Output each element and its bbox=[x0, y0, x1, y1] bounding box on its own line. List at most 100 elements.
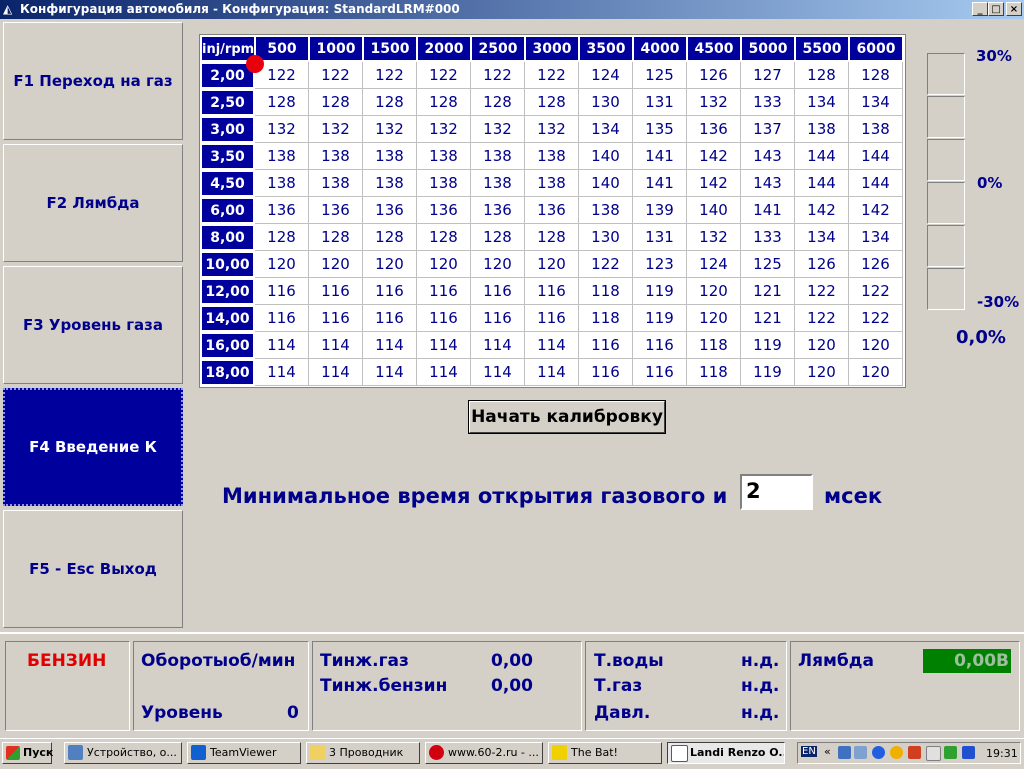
table-cell[interactable]: 128 bbox=[255, 224, 309, 251]
table-cell[interactable]: 131 bbox=[633, 224, 687, 251]
table-cell[interactable]: 144 bbox=[795, 143, 849, 170]
table-cell[interactable]: 132 bbox=[525, 116, 579, 143]
table-cell[interactable]: 142 bbox=[687, 170, 741, 197]
table-cell[interactable]: 127 bbox=[741, 62, 795, 89]
table-cell[interactable]: 116 bbox=[255, 305, 309, 332]
table-cell[interactable]: 131 bbox=[633, 89, 687, 116]
tray-app-icon[interactable] bbox=[908, 746, 921, 759]
table-cell[interactable]: 132 bbox=[255, 116, 309, 143]
table-cell[interactable]: 136 bbox=[363, 197, 417, 224]
table-cell[interactable]: 130 bbox=[579, 89, 633, 116]
table-cell[interactable]: 128 bbox=[471, 224, 525, 251]
taskbar-item-device[interactable]: Устройство, о... bbox=[64, 742, 182, 764]
table-cell[interactable]: 119 bbox=[633, 305, 687, 332]
table-cell[interactable]: 138 bbox=[849, 116, 903, 143]
table-cell[interactable]: 128 bbox=[417, 224, 471, 251]
table-cell[interactable]: 128 bbox=[255, 89, 309, 116]
table-cell[interactable]: 138 bbox=[471, 143, 525, 170]
table-cell[interactable]: 120 bbox=[525, 251, 579, 278]
table-cell[interactable]: 138 bbox=[309, 143, 363, 170]
table-cell[interactable]: 116 bbox=[309, 305, 363, 332]
table-cell[interactable]: 121 bbox=[741, 278, 795, 305]
f4-k-input-button[interactable]: F4 Введение К bbox=[3, 388, 183, 506]
table-cell[interactable]: 124 bbox=[687, 251, 741, 278]
table-cell[interactable]: 132 bbox=[309, 116, 363, 143]
table-cell[interactable]: 128 bbox=[309, 224, 363, 251]
table-cell[interactable]: 114 bbox=[417, 359, 471, 386]
minimize-button[interactable]: _ bbox=[972, 2, 988, 16]
table-cell[interactable]: 136 bbox=[255, 197, 309, 224]
table-cell[interactable]: 116 bbox=[363, 278, 417, 305]
table-cell[interactable]: 141 bbox=[741, 197, 795, 224]
table-cell[interactable]: 126 bbox=[687, 62, 741, 89]
table-cell[interactable]: 144 bbox=[849, 170, 903, 197]
table-cell[interactable]: 128 bbox=[471, 89, 525, 116]
table-cell[interactable]: 123 bbox=[633, 251, 687, 278]
table-cell[interactable]: 137 bbox=[741, 116, 795, 143]
table-cell[interactable]: 138 bbox=[579, 197, 633, 224]
table-cell[interactable]: 134 bbox=[795, 89, 849, 116]
table-cell[interactable]: 132 bbox=[363, 116, 417, 143]
table-cell[interactable]: 119 bbox=[741, 332, 795, 359]
table-cell[interactable]: 116 bbox=[633, 359, 687, 386]
table-cell[interactable]: 118 bbox=[579, 278, 633, 305]
taskbar-item-explorer[interactable]: 3 Проводник bbox=[306, 742, 420, 764]
table-cell[interactable]: 122 bbox=[795, 278, 849, 305]
taskbar-item-landi-renzo[interactable]: Landi Renzo O... bbox=[667, 742, 785, 764]
table-cell[interactable]: 128 bbox=[795, 62, 849, 89]
table-cell[interactable]: 116 bbox=[471, 278, 525, 305]
table-cell[interactable]: 116 bbox=[525, 305, 579, 332]
min-open-time-input[interactable]: 2 bbox=[740, 474, 813, 510]
table-cell[interactable]: 121 bbox=[741, 305, 795, 332]
table-cell[interactable]: 122 bbox=[525, 62, 579, 89]
table-cell[interactable]: 138 bbox=[525, 170, 579, 197]
table-cell[interactable]: 124 bbox=[579, 62, 633, 89]
table-cell[interactable]: 138 bbox=[417, 170, 471, 197]
table-cell[interactable]: 118 bbox=[579, 305, 633, 332]
table-cell[interactable]: 136 bbox=[471, 197, 525, 224]
table-cell[interactable]: 142 bbox=[795, 197, 849, 224]
table-cell[interactable]: 114 bbox=[363, 359, 417, 386]
volume-icon[interactable] bbox=[926, 746, 941, 761]
language-indicator[interactable]: EN bbox=[801, 746, 817, 757]
taskbar-item-thebat[interactable]: The Bat! bbox=[548, 742, 662, 764]
table-cell[interactable]: 138 bbox=[471, 170, 525, 197]
table-cell[interactable]: 126 bbox=[849, 251, 903, 278]
table-cell[interactable]: 132 bbox=[471, 116, 525, 143]
table-cell[interactable]: 138 bbox=[363, 170, 417, 197]
table-cell[interactable]: 136 bbox=[309, 197, 363, 224]
table-cell[interactable]: 136 bbox=[417, 197, 471, 224]
table-cell[interactable]: 118 bbox=[687, 359, 741, 386]
table-cell[interactable]: 114 bbox=[471, 332, 525, 359]
table-cell[interactable]: 143 bbox=[741, 170, 795, 197]
table-cell[interactable]: 140 bbox=[579, 170, 633, 197]
tray-app-icon[interactable] bbox=[962, 746, 975, 759]
maximize-button[interactable]: □ bbox=[988, 2, 1004, 16]
table-cell[interactable]: 122 bbox=[471, 62, 525, 89]
table-cell[interactable]: 136 bbox=[525, 197, 579, 224]
table-cell[interactable]: 114 bbox=[525, 332, 579, 359]
table-cell[interactable]: 144 bbox=[795, 170, 849, 197]
table-cell[interactable]: 114 bbox=[309, 332, 363, 359]
table-cell[interactable]: 135 bbox=[633, 116, 687, 143]
table-cell[interactable]: 116 bbox=[255, 278, 309, 305]
table-cell[interactable]: 120 bbox=[471, 251, 525, 278]
table-cell[interactable]: 134 bbox=[579, 116, 633, 143]
table-cell[interactable]: 142 bbox=[849, 197, 903, 224]
tray-app-icon[interactable] bbox=[890, 746, 903, 759]
table-cell[interactable]: 134 bbox=[795, 224, 849, 251]
table-cell[interactable]: 144 bbox=[849, 143, 903, 170]
table-cell[interactable]: 128 bbox=[525, 224, 579, 251]
close-button[interactable]: × bbox=[1006, 2, 1022, 16]
bluetooth-icon[interactable] bbox=[872, 746, 885, 759]
table-cell[interactable]: 138 bbox=[255, 170, 309, 197]
table-cell[interactable]: 130 bbox=[579, 224, 633, 251]
tray-app-icon[interactable] bbox=[944, 746, 957, 759]
table-cell[interactable]: 116 bbox=[363, 305, 417, 332]
table-cell[interactable]: 122 bbox=[363, 62, 417, 89]
table-cell[interactable]: 120 bbox=[795, 359, 849, 386]
table-cell[interactable]: 114 bbox=[471, 359, 525, 386]
table-cell[interactable]: 138 bbox=[255, 143, 309, 170]
taskbar-item-opera[interactable]: www.60-2.ru - ... bbox=[425, 742, 543, 764]
table-cell[interactable]: 114 bbox=[255, 332, 309, 359]
